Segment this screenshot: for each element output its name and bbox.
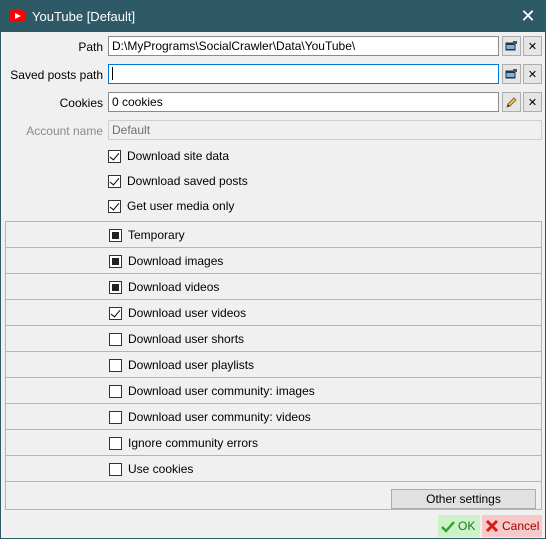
- text-caret: [112, 67, 113, 80]
- pencil-icon: [506, 96, 517, 108]
- account-name-label: Account name: [26, 124, 103, 138]
- saved-posts-clear-button[interactable]: ✕: [523, 64, 542, 84]
- download-saved-posts-checkbox[interactable]: Download saved posts: [108, 173, 248, 189]
- youtube-settings-dialog: YouTube [Default] ✕ Path D:\MyPrograms\S…: [0, 0, 546, 539]
- folder-open-icon: [505, 68, 517, 78]
- checkbox-box[interactable]: [109, 410, 122, 424]
- download-community-images-checkbox[interactable]: Download user community: images: [109, 383, 315, 399]
- download-community-videos-checkbox[interactable]: Download user community: videos: [109, 409, 311, 425]
- folder-open-icon: [505, 40, 517, 50]
- settings-row: Other settings: [6, 482, 541, 509]
- checkbox-box[interactable]: [109, 358, 122, 372]
- checkbox-box[interactable]: [109, 254, 122, 268]
- saved-posts-path-field[interactable]: [108, 64, 499, 84]
- path-label: Path: [78, 40, 103, 54]
- ok-button[interactable]: OK: [438, 515, 480, 537]
- settings-row: Download user community: videos: [6, 404, 541, 430]
- ignore-community-errors-checkbox[interactable]: Ignore community errors: [109, 435, 258, 451]
- download-user-videos-checkbox[interactable]: Download user videos: [109, 305, 246, 321]
- path-browse-button[interactable]: [502, 36, 521, 56]
- download-site-data-checkbox[interactable]: Download site data: [108, 148, 229, 164]
- use-cookies-checkbox[interactable]: Use cookies: [109, 461, 193, 477]
- checkbox-box[interactable]: [109, 306, 122, 320]
- clear-x-icon: ✕: [527, 40, 538, 53]
- checkbox-box[interactable]: [109, 384, 122, 398]
- settings-panel: Temporary Download images Download video…: [5, 221, 542, 510]
- settings-row: Download user shorts: [6, 326, 541, 352]
- checkbox-box[interactable]: [109, 332, 122, 346]
- download-images-checkbox[interactable]: Download images: [109, 253, 223, 269]
- clear-x-icon: ✕: [527, 68, 538, 81]
- settings-row: Download videos: [6, 274, 541, 300]
- cookies-edit-button[interactable]: [502, 92, 521, 112]
- settings-row: Download images: [6, 248, 541, 274]
- account-name-field: Default: [108, 120, 542, 140]
- settings-row: Ignore community errors: [6, 430, 541, 456]
- checkbox-box[interactable]: [108, 174, 121, 188]
- clear-x-icon: ✕: [527, 96, 538, 109]
- path-field[interactable]: D:\MyPrograms\SocialCrawler\Data\YouTube…: [108, 36, 499, 56]
- settings-row: Download user videos: [6, 300, 541, 326]
- saved-posts-browse-button[interactable]: [502, 64, 521, 84]
- checkbox-box[interactable]: [109, 280, 122, 294]
- checkbox-box[interactable]: [109, 436, 122, 450]
- settings-row: Use cookies: [6, 456, 541, 482]
- other-settings-button[interactable]: Other settings: [391, 489, 536, 509]
- settings-row: Download user community: images: [6, 378, 541, 404]
- settings-row: Download user playlists: [6, 352, 541, 378]
- window-title: YouTube [Default]: [32, 9, 136, 24]
- checkbox-box[interactable]: [109, 462, 122, 476]
- download-videos-checkbox[interactable]: Download videos: [109, 279, 219, 295]
- path-clear-button[interactable]: ✕: [523, 36, 542, 56]
- settings-row: Temporary: [6, 222, 541, 248]
- checkbox-box[interactable]: [108, 149, 121, 163]
- get-user-media-only-checkbox[interactable]: Get user media only: [108, 198, 234, 214]
- red-x-icon: [485, 519, 499, 533]
- saved-posts-path-label: Saved posts path: [10, 68, 103, 82]
- cookies-clear-button[interactable]: ✕: [523, 92, 542, 112]
- close-icon[interactable]: ✕: [517, 5, 539, 27]
- cookies-field[interactable]: 0 cookies: [108, 92, 499, 112]
- cancel-button[interactable]: Cancel: [482, 515, 542, 537]
- cookies-label: Cookies: [59, 96, 103, 110]
- download-user-playlists-checkbox[interactable]: Download user playlists: [109, 357, 254, 373]
- checkbox-box[interactable]: [109, 228, 122, 242]
- title-bar[interactable]: YouTube [Default] ✕: [1, 1, 545, 32]
- checkmark-icon: [441, 520, 455, 533]
- checkbox-box[interactable]: [108, 199, 121, 213]
- download-user-shorts-checkbox[interactable]: Download user shorts: [109, 331, 244, 347]
- youtube-icon: [9, 10, 25, 22]
- temporary-checkbox[interactable]: Temporary: [109, 227, 185, 243]
